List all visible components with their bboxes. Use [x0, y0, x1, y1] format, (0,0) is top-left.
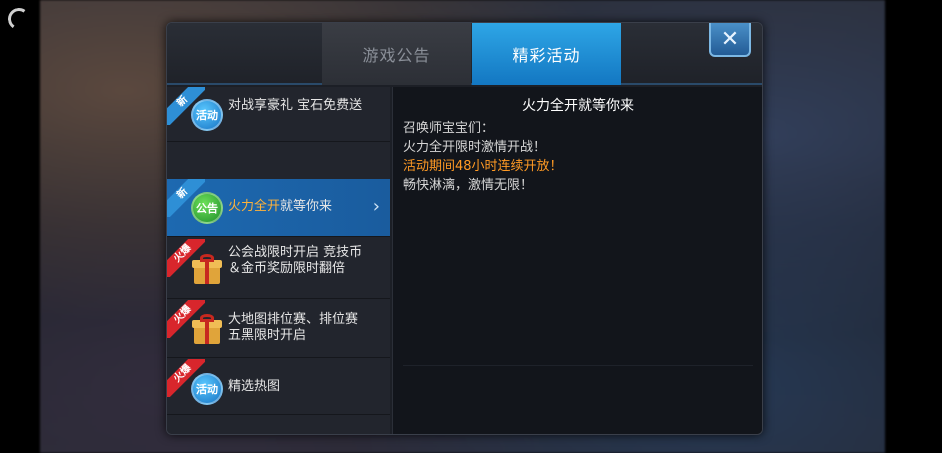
event-detail-body: 召唤师宝宝们： 火力全开限时激情开战！ 活动期间48小时连续开放！ 畅快淋漓，激… — [403, 119, 753, 195]
tab-game-notice[interactable]: 游戏公告 — [322, 23, 471, 85]
event-detail-title: 火力全开就等你来 — [522, 98, 634, 114]
gift-icon — [191, 254, 223, 284]
event-list-item-label: 大地图排位赛、排位赛五黑限时开启 — [228, 312, 359, 343]
detail-line: 畅快淋漓，激情无限！ — [403, 178, 534, 193]
divider — [403, 365, 753, 366]
dialog-header: 游戏公告 精彩活动 ✕ — [167, 23, 762, 85]
event-list: 新 活动 对战享豪礼 宝石免费送 新 公告 火力全开就等你来 › 火爆 公会战限… — [167, 87, 390, 434]
event-list-item[interactable]: 火爆 大地图排位赛、排位赛五黑限时开启 — [167, 300, 390, 358]
loading-arc-icon — [6, 6, 32, 32]
game-screen: 游戏公告 精彩活动 ✕ 新 活动 对战享豪礼 宝石免费送 新 公告 火力全开就等… — [0, 0, 942, 453]
announcement-dialog: 游戏公告 精彩活动 ✕ 新 活动 对战享豪礼 宝石免费送 新 公告 火力全开就等… — [166, 22, 763, 435]
gift-icon — [191, 314, 223, 344]
detail-line-highlight: 活动期间48小时连续开放！ — [403, 159, 563, 174]
event-list-item-label: 对战享豪礼 宝石免费送 — [228, 98, 363, 113]
event-list-item-selected[interactable]: 新 公告 火力全开就等你来 › — [167, 179, 390, 237]
detail-line: 召唤师宝宝们： — [403, 121, 495, 136]
close-icon: ✕ — [720, 26, 740, 52]
event-list-item-label: 火力全开就等你来 — [228, 199, 370, 215]
detail-line: 火力全开限时激情开战！ — [403, 140, 547, 155]
event-list-item[interactable]: 火爆 活动 精选热图 — [167, 359, 390, 415]
event-detail-panel: 火力全开就等你来 召唤师宝宝们： 火力全开限时激情开战！ 活动期间48小时连续开… — [392, 87, 762, 434]
event-list-item[interactable]: 新 活动 对战享豪礼 宝石免费送 — [167, 87, 390, 142]
event-list-item[interactable]: 火爆 公会战限时开启 竞技币＆金币奖励限时翻倍 — [167, 239, 390, 299]
chevron-right-icon: › — [372, 196, 380, 217]
event-list-item-label: 公会战限时开启 竞技币＆金币奖励限时翻倍 — [228, 245, 363, 276]
event-list-item-label: 精选热图 — [228, 379, 281, 394]
label-highlight: 火力全开 — [228, 199, 281, 214]
activity-badge-icon: 活动 — [191, 373, 223, 405]
label-rest: 就等你来 — [280, 199, 333, 214]
activity-badge-icon: 活动 — [191, 99, 223, 131]
tab-events[interactable]: 精彩活动 — [472, 23, 621, 85]
notice-badge-icon: 公告 — [191, 192, 223, 224]
close-button[interactable]: ✕ — [709, 23, 751, 57]
